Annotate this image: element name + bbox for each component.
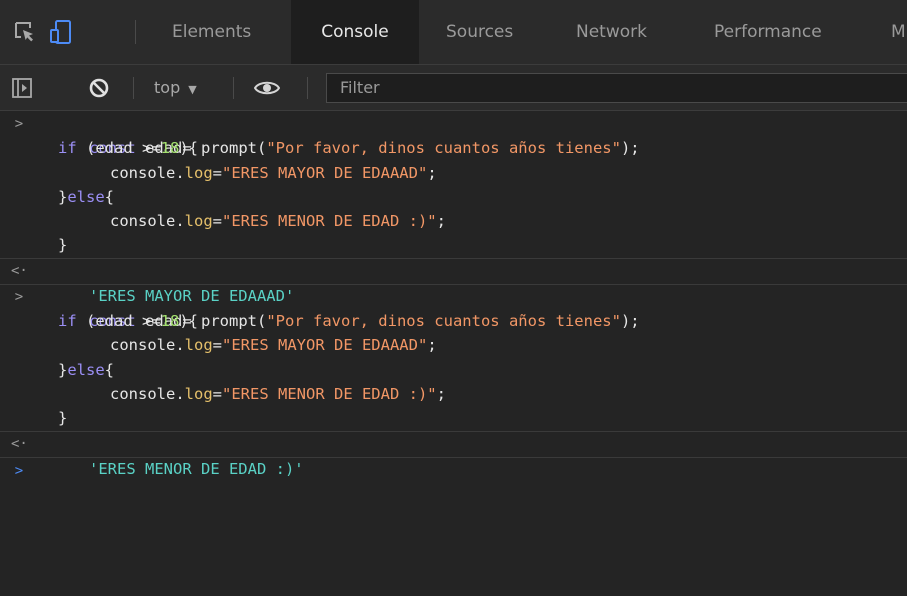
chevron-down-icon: ▼ xyxy=(188,83,197,96)
prompt-chevron-icon: > xyxy=(14,462,24,479)
tab-elements[interactable]: Elements xyxy=(172,0,251,64)
tab-performance[interactable]: Performance xyxy=(714,0,822,64)
console-toolbar: top ▼ Filter xyxy=(0,65,907,111)
devtools-tab-bar: Elements Console Sources Network Perform… xyxy=(0,0,907,65)
console-result-entry: <· 'ERES MAYOR DE EDAAAD' xyxy=(0,259,907,305)
code-line: > const edad= prompt("Por favor, dinos cu… xyxy=(0,285,907,330)
toolbar-divider xyxy=(307,77,308,99)
tab-sources[interactable]: Sources xyxy=(446,0,513,64)
code-line: } xyxy=(58,236,68,255)
code-line: if (edad >=18){ xyxy=(58,139,199,158)
code-line: if (edad >=18){ xyxy=(58,312,199,331)
code-line: console.log="ERES MENOR DE EDAD :)"; xyxy=(110,384,446,403)
tab-network[interactable]: Network xyxy=(576,0,647,64)
device-toolbar-icon[interactable] xyxy=(49,20,73,44)
sidebar-toggle-icon[interactable] xyxy=(12,78,32,102)
console-input-entry: > const edad= prompt("Por favor, dinos cu… xyxy=(0,285,907,432)
console-result-entry: <· 'ERES MENOR DE EDAD :)' xyxy=(0,432,907,478)
filter-input[interactable]: Filter xyxy=(326,73,907,103)
code-line: > const edad= prompt("Por favor, dinos cu… xyxy=(0,112,907,157)
toolbar-divider xyxy=(133,77,134,99)
input-chevron-icon: > xyxy=(14,116,24,132)
toolbar-divider xyxy=(135,20,136,44)
toolbar-divider xyxy=(233,77,234,99)
result-line: <· 'ERES MENOR DE EDAD :)' xyxy=(0,432,907,478)
live-expression-eye-icon[interactable] xyxy=(253,78,281,102)
tab-more-truncated[interactable]: M xyxy=(891,0,906,64)
result-arrow-icon: <· xyxy=(11,262,28,279)
tab-console[interactable]: Console xyxy=(291,0,419,64)
result-line: <· 'ERES MAYOR DE EDAAAD' xyxy=(0,259,907,305)
console-input-entry: > const edad= prompt("Por favor, dinos cu… xyxy=(0,112,907,259)
code-line: } xyxy=(58,409,68,428)
result-arrow-icon: <· xyxy=(11,435,28,452)
code-line: console.log="ERES MAYOR DE EDAAAD"; xyxy=(110,336,437,355)
inspect-element-icon[interactable] xyxy=(13,20,37,44)
input-chevron-icon: > xyxy=(14,288,24,305)
code-line: console.log="ERES MENOR DE EDAD :)"; xyxy=(110,212,446,231)
context-label: top xyxy=(154,78,181,97)
clear-console-icon[interactable] xyxy=(88,77,110,103)
console-prompt-input[interactable]: > xyxy=(0,458,907,484)
code-line: }else{ xyxy=(58,187,115,206)
console-output: > const edad= prompt("Por favor, dinos cu… xyxy=(0,112,907,596)
context-selector[interactable]: top ▼ xyxy=(154,76,197,100)
code-line: }else{ xyxy=(58,360,115,379)
code-line: console.log="ERES MAYOR DE EDAAAD"; xyxy=(110,163,437,182)
